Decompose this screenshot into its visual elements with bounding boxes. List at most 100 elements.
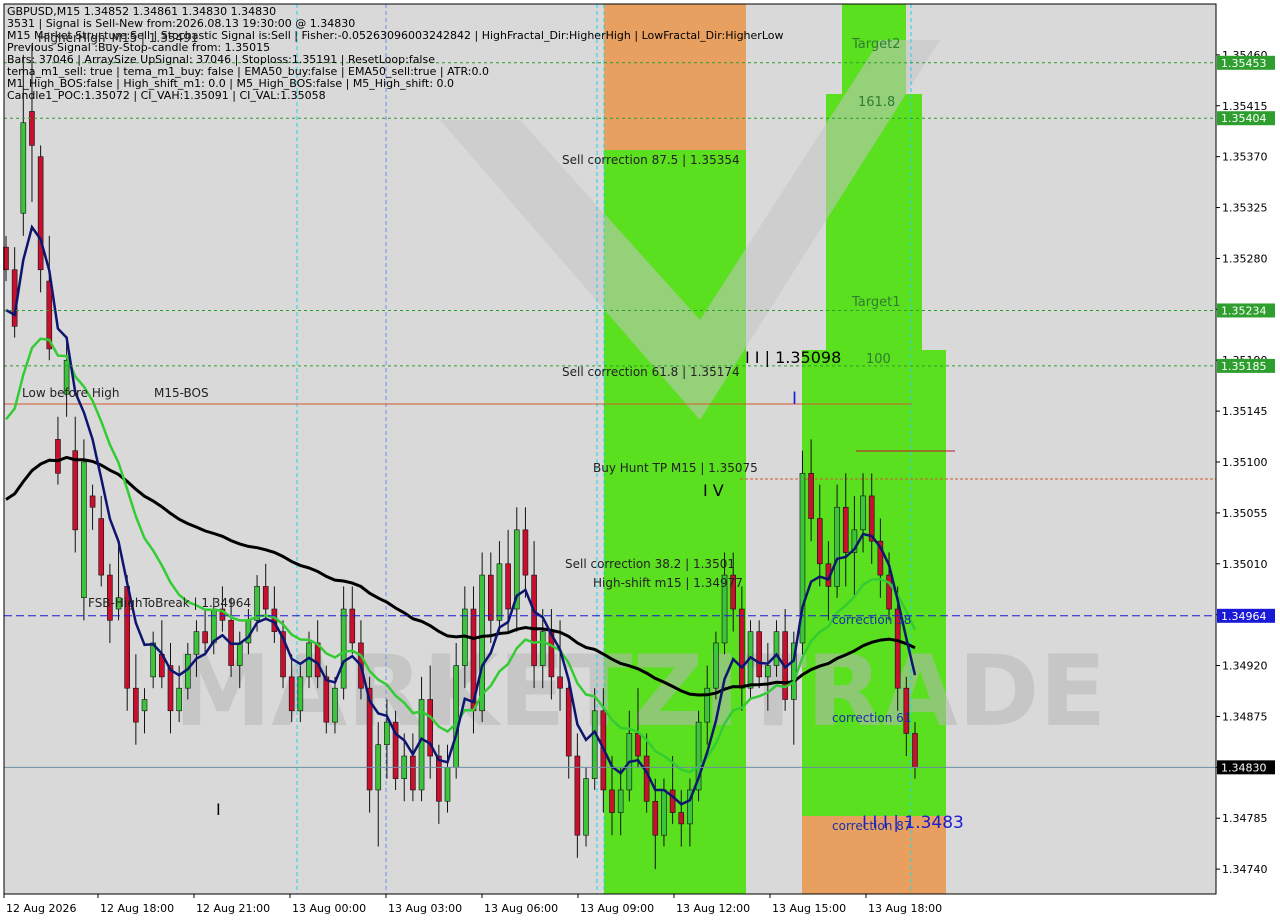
target2-label: Target2 bbox=[851, 37, 901, 52]
candle-body bbox=[55, 439, 61, 474]
correction-61-label: correction 61 bbox=[832, 711, 911, 725]
candle-body bbox=[557, 676, 563, 689]
x-tick-label: 13 Aug 06:00 bbox=[484, 902, 558, 915]
candle-body bbox=[436, 755, 442, 802]
x-tick-label: 13 Aug 12:00 bbox=[676, 902, 750, 915]
candle-body bbox=[487, 574, 494, 621]
sell-correction-382-label: Sell correction 38.2 | 1.3501 bbox=[565, 557, 735, 571]
candle-body bbox=[505, 563, 511, 610]
x-tick-label: 13 Aug 18:00 bbox=[868, 902, 942, 915]
y-tick-label: 1.35280 bbox=[1222, 252, 1268, 265]
y-tick-label: 1.35010 bbox=[1222, 558, 1268, 571]
x-tick-label: 13 Aug 15:00 bbox=[772, 902, 846, 915]
sell-correction-875-label: Sell correction 87.5 | 1.35354 bbox=[562, 153, 740, 167]
candle-body bbox=[89, 495, 96, 508]
candle-body bbox=[816, 518, 823, 565]
candle-body bbox=[678, 812, 685, 825]
candle-body bbox=[479, 574, 485, 712]
candle-body bbox=[410, 755, 416, 791]
wave-i-label: I bbox=[792, 389, 797, 409]
candle-body bbox=[886, 574, 892, 610]
info-line: Candle1_POC:1.35072 | CI_VAH:1.35091 | C… bbox=[7, 89, 326, 102]
price-tag-label: 1.35453 bbox=[1221, 57, 1267, 70]
candle-body bbox=[635, 733, 641, 757]
sell-correction-zone-top bbox=[604, 4, 746, 150]
sell-correction-618-label: Sell correction 61.8 | 1.35174 bbox=[562, 365, 740, 379]
candle-body bbox=[912, 733, 918, 768]
candle-body bbox=[236, 642, 243, 666]
candle-body bbox=[98, 518, 105, 576]
candle-body bbox=[496, 563, 503, 621]
candle-body bbox=[739, 608, 745, 689]
candle-body bbox=[202, 631, 208, 644]
candle-body bbox=[669, 789, 676, 813]
correction-38-label: correction 38 bbox=[832, 613, 911, 627]
target1-label: Target1 bbox=[851, 295, 901, 310]
candle-body bbox=[765, 665, 771, 678]
candle-body bbox=[531, 574, 537, 666]
y-tick-label: 1.35055 bbox=[1222, 507, 1268, 520]
high-shift-label: High-shift m15 | 1.34977 bbox=[593, 576, 743, 590]
candle-body bbox=[583, 778, 589, 836]
fsb-label: FSB-HighToBreak | 1.34964 bbox=[88, 596, 251, 610]
x-tick-label: 12 Aug 2026 bbox=[6, 902, 76, 915]
candle-body bbox=[297, 676, 304, 712]
x-tick-label: 13 Aug 00:00 bbox=[292, 902, 366, 915]
candle-body bbox=[713, 642, 719, 689]
x-tick-label: 13 Aug 09:00 bbox=[580, 902, 654, 915]
candle-body bbox=[565, 687, 572, 757]
candle-body bbox=[210, 608, 217, 644]
y-tick-label: 1.35370 bbox=[1222, 151, 1268, 164]
candle-body bbox=[842, 506, 849, 553]
price-tag-label: 1.34830 bbox=[1221, 761, 1267, 774]
buy-hunt-label: Buy Hunt TP M15 | 1.35075 bbox=[593, 461, 758, 475]
candle-body bbox=[860, 495, 866, 531]
wave-iv-label: I V bbox=[703, 481, 724, 500]
candle-body bbox=[453, 665, 459, 768]
bar-i-label: I bbox=[216, 800, 221, 819]
candle-body bbox=[340, 608, 347, 689]
candle-body bbox=[323, 676, 330, 723]
y-tick-label: 1.35145 bbox=[1222, 405, 1268, 418]
wave-ii-label: I I | 1.35098 bbox=[745, 348, 841, 367]
m15-bos-label: M15-BOS bbox=[154, 386, 209, 400]
candle-body bbox=[288, 676, 295, 712]
price-tag-label: 1.35404 bbox=[1221, 112, 1267, 125]
y-tick-label: 1.35100 bbox=[1222, 456, 1268, 469]
x-tick-label: 12 Aug 18:00 bbox=[100, 902, 174, 915]
candle-body bbox=[141, 699, 148, 712]
candle-body bbox=[81, 461, 87, 599]
y-tick-label: 1.34875 bbox=[1222, 710, 1268, 723]
correction-87-label: correction 87 bbox=[832, 819, 911, 833]
fib-1618-label: 161.8 bbox=[858, 95, 895, 110]
candle-body bbox=[37, 156, 44, 271]
candle-body bbox=[384, 721, 390, 746]
candle-body bbox=[314, 642, 321, 678]
low-before-high-label: Low before High bbox=[22, 386, 119, 400]
candle-body bbox=[643, 755, 650, 802]
candle-body bbox=[332, 687, 338, 723]
candle-body bbox=[652, 800, 659, 836]
candle-body bbox=[133, 687, 139, 723]
price-tag-label: 1.35234 bbox=[1221, 304, 1267, 317]
chart-root: MARKETZITRADE GBPUSD,M15 1.34852 1.34861… bbox=[0, 0, 1280, 920]
candle-body bbox=[29, 111, 35, 146]
candle-body bbox=[617, 789, 624, 813]
candle-body bbox=[72, 450, 79, 531]
candle-body bbox=[444, 767, 451, 802]
candle-body bbox=[522, 529, 529, 576]
price-tag-label: 1.34964 bbox=[1221, 610, 1267, 623]
fib-100-label: 100 bbox=[866, 352, 891, 367]
candle-body bbox=[20, 122, 27, 214]
y-tick-label: 1.34740 bbox=[1222, 863, 1268, 876]
candle-body bbox=[808, 473, 814, 519]
higher-high-label: HigherHigh_M15 | 1.35491 bbox=[38, 31, 198, 45]
watermark-text: MARKETZITRADE bbox=[174, 635, 1107, 749]
candle-body bbox=[773, 631, 780, 666]
y-tick-label: 1.35325 bbox=[1222, 202, 1268, 215]
candle-body bbox=[539, 631, 546, 666]
candle-body bbox=[661, 789, 667, 836]
candle-body bbox=[176, 687, 182, 712]
price-tag-label: 1.35185 bbox=[1221, 360, 1267, 373]
candle-body bbox=[591, 710, 598, 779]
